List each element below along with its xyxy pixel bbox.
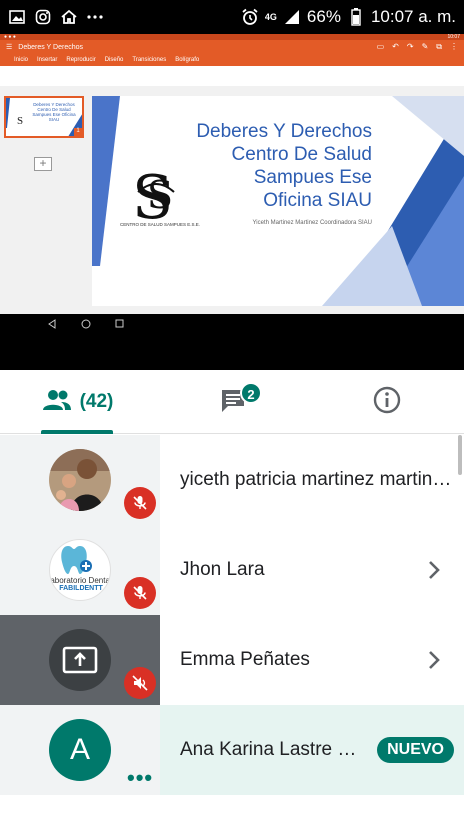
participant-row[interactable]: A ••• Ana Karina Lastre Montes NUEVO — [0, 705, 464, 795]
ppt-ribbon-tabs: Inicio Insertar Reproducir Diseño Transi… — [0, 54, 464, 66]
slide-title: Deberes Y Derechos Centro De Salud Sampu… — [196, 120, 372, 212]
new-badge: NUEVO — [377, 737, 454, 763]
tab-info[interactable] — [310, 370, 464, 434]
clock: 10:07 a. m. — [370, 7, 456, 26]
thumbnail-number: 1 — [74, 128, 82, 136]
participant-name: yiceth patricia martinez martinez — [180, 469, 452, 490]
ppt-title-bar: ☰ Deberes Y Derechos ▭ ↶ ↷ ✎ ⧉ ⋮ — [0, 40, 464, 54]
slide-subtitle: Yiceth Martinez Martinez Coordinadora SI… — [252, 220, 373, 226]
presenting-avatar — [49, 629, 111, 691]
participant-list[interactable]: yiceth patricia martinez martinez aborat… — [0, 435, 464, 824]
slide-title-line: Oficina SIAU — [263, 190, 372, 211]
add-slide-icon: + — [34, 157, 52, 171]
home-icon — [60, 9, 78, 25]
ppt-redo-icon: ↷ — [406, 42, 414, 51]
ppt-tab: Inicio — [14, 57, 29, 63]
participant-tile: A ••• — [0, 705, 160, 795]
ppt-share-icon: ⧉ — [436, 42, 442, 51]
menu-icon: ☰ — [6, 44, 13, 51]
svg-text:S: S — [17, 115, 23, 127]
avatar: aboratorio Dental FABILDENTT — [49, 539, 111, 601]
avatar-initial: A — [49, 719, 111, 781]
mini-clock: 10:07 — [447, 34, 460, 40]
more-notifications-icon — [86, 9, 104, 25]
tab-active-indicator — [41, 430, 113, 434]
participant-tile: aboratorio Dental FABILDENTT — [0, 525, 160, 615]
participant-name: Jhon Lara — [180, 559, 265, 580]
chevron-right-icon[interactable] — [424, 648, 444, 672]
shared-screen[interactable]: ● ● ● 10:07 ☰ Deberes Y Derechos ▭ ↶ ↷ ✎… — [0, 34, 464, 314]
slide-title-line: Sampues Ese — [253, 167, 372, 188]
gallery-icon — [8, 9, 26, 25]
participant-row[interactable]: aboratorio Dental FABILDENTT Jhon Lara — [0, 525, 464, 615]
ppt-tab: Insertar — [37, 57, 58, 63]
remote-nav-icons — [48, 319, 124, 329]
thumbnail-text: Deberes Y Derechos Centro De Salud Sampu… — [32, 102, 76, 122]
ppt-doc-title: Deberes Y Derechos — [18, 43, 84, 51]
ppt-edit-icon: ✎ — [421, 42, 429, 51]
battery-icon — [347, 8, 365, 26]
people-count: (42) — [79, 391, 114, 412]
shared-screen-navbar — [0, 314, 464, 370]
volume-off-icon — [124, 667, 156, 699]
tab-chat[interactable]: 2 — [155, 370, 310, 434]
ppt-tab: Transiciones — [132, 57, 167, 63]
alarm-icon — [241, 8, 259, 25]
participant-tile — [0, 435, 160, 525]
ppt-tab: Bolígrafo — [175, 57, 200, 63]
logo-caption: CENTRO DE SALUD SAMPUES E.S.E. — [120, 222, 201, 227]
signal-icon — [283, 9, 301, 25]
meeting-tabs: (42) 2 — [0, 370, 464, 434]
people-icon — [42, 389, 72, 416]
instagram-icon — [34, 9, 52, 25]
ppt-tab: Reproducir — [66, 57, 96, 63]
participant-tile — [0, 615, 160, 705]
svg-text:S: S — [147, 173, 173, 217]
ppt-workspace: S Deberes Y Derechos Centro De Salud Sam… — [0, 86, 464, 314]
mic-off-icon — [124, 487, 156, 519]
participant-row[interactable]: yiceth patricia martinez martinez — [0, 435, 464, 525]
mini-status-icons: ● ● ● — [4, 34, 16, 40]
slide-title-line: Deberes Y Derechos — [196, 121, 372, 142]
participant-name: Ana Karina Lastre Montes — [180, 739, 360, 760]
logo-text: aboratorio Dental — [50, 576, 111, 585]
slide-thumbnail: S Deberes Y Derechos Centro De Salud Sam… — [4, 96, 84, 138]
participant-row[interactable]: Emma Peñates — [0, 615, 464, 705]
ppt-more-icon: ⋮ — [450, 42, 458, 51]
mic-off-icon — [124, 577, 156, 609]
network-type: 4G — [264, 11, 277, 22]
ppt-undo-icon: ↶ — [392, 42, 399, 51]
participant-name: Emma Peñates — [180, 649, 310, 670]
present-screen-icon — [62, 646, 98, 674]
info-icon — [373, 386, 401, 419]
slide-canvas: S S Deberes Y Derechos Centro De Salud S… — [92, 96, 464, 306]
avatar — [49, 449, 111, 511]
slide-title-line: Centro De Salud — [231, 144, 372, 165]
logo-brand: FABILDENTT — [59, 585, 103, 592]
status-bar: 4G 66% 10:07 a. m. — [0, 0, 464, 34]
more-dots-icon: ••• — [127, 765, 154, 790]
ppt-present-icon: ▭ — [376, 42, 385, 51]
ppt-tab: Diseño — [104, 57, 124, 63]
tab-people[interactable]: (42) — [0, 370, 155, 434]
chat-unread-badge: 2 — [240, 382, 262, 404]
battery-percent: 66% — [306, 7, 341, 26]
chevron-right-icon[interactable] — [424, 558, 444, 582]
